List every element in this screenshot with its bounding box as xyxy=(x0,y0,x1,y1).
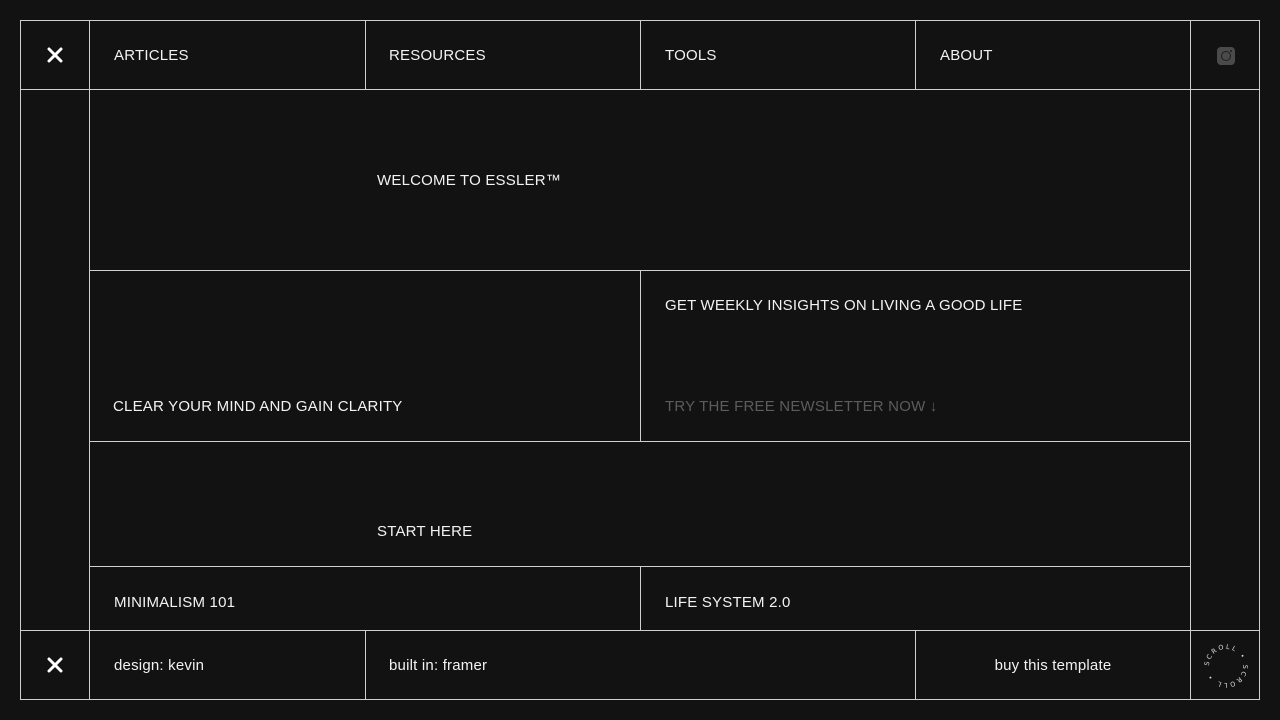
start-here-label: START HERE xyxy=(377,523,473,540)
feature-clarity[interactable]: CLEAR YOUR MIND AND GAIN CLARITY xyxy=(89,270,641,442)
svg-text:SCROLL • SCROLL •: SCROLL • SCROLL • xyxy=(1203,643,1249,689)
newsletter-title: GET WEEKLY INSIGHTS ON LIVING A GOOD LIF… xyxy=(665,297,1023,314)
nav-item-about[interactable]: ABOUT xyxy=(915,20,1191,90)
guide-label: LIFE SYSTEM 2.0 xyxy=(665,594,791,611)
buy-template-button[interactable]: buy this template xyxy=(915,630,1191,700)
guide-minimalism[interactable]: MINIMALISM 101 xyxy=(89,566,641,631)
scroll-badge-text: SCROLL • SCROLL • xyxy=(1203,643,1247,689)
nav-item-label[interactable]: ABOUT xyxy=(940,47,993,64)
nav-item-articles[interactable]: ARTICLES xyxy=(89,20,366,90)
design-credit-text: design: kevin xyxy=(114,657,205,674)
nav-item-label[interactable]: TOOLS xyxy=(665,47,717,64)
hero-welcome-text: WELCOME TO ESSLER™ xyxy=(377,172,561,189)
scroll-badge-cell[interactable]: SCROLL • SCROLL • xyxy=(1190,630,1260,700)
x-logo-icon xyxy=(47,657,63,673)
footer-built-credit: built in: framer xyxy=(365,630,916,700)
footer-design-credit: design: kevin xyxy=(89,630,366,700)
guide-life-system[interactable]: LIFE SYSTEM 2.0 xyxy=(640,566,1191,631)
buy-template-label: buy this template xyxy=(994,657,1112,674)
built-in-text: built in: framer xyxy=(389,657,488,674)
scroll-badge-icon: SCROLL • SCROLL • xyxy=(1203,643,1249,689)
footer-logo-cell[interactable] xyxy=(20,630,90,700)
nav-social-cell[interactable] xyxy=(1190,20,1260,90)
instagram-icon[interactable] xyxy=(1217,47,1235,65)
guide-label: MINIMALISM 101 xyxy=(114,594,236,611)
nav-item-label[interactable]: ARTICLES xyxy=(114,47,189,64)
nav-item-resources[interactable]: RESOURCES xyxy=(365,20,641,90)
x-logo-icon xyxy=(47,47,63,63)
hero-section: WELCOME TO ESSLER™ xyxy=(89,89,1191,271)
nav-logo-cell[interactable] xyxy=(20,20,90,90)
left-rail xyxy=(20,89,90,631)
right-rail xyxy=(1190,89,1260,631)
nav-item-label[interactable]: RESOURCES xyxy=(389,47,486,64)
start-here-section[interactable]: START HERE xyxy=(89,441,1191,567)
nav-item-tools[interactable]: TOOLS xyxy=(640,20,916,90)
feature-newsletter: GET WEEKLY INSIGHTS ON LIVING A GOOD LIF… xyxy=(640,270,1191,442)
newsletter-cta-link[interactable]: TRY THE FREE NEWSLETTER NOW ↓ xyxy=(665,398,938,415)
feature-clarity-text: CLEAR YOUR MIND AND GAIN CLARITY xyxy=(113,398,403,415)
